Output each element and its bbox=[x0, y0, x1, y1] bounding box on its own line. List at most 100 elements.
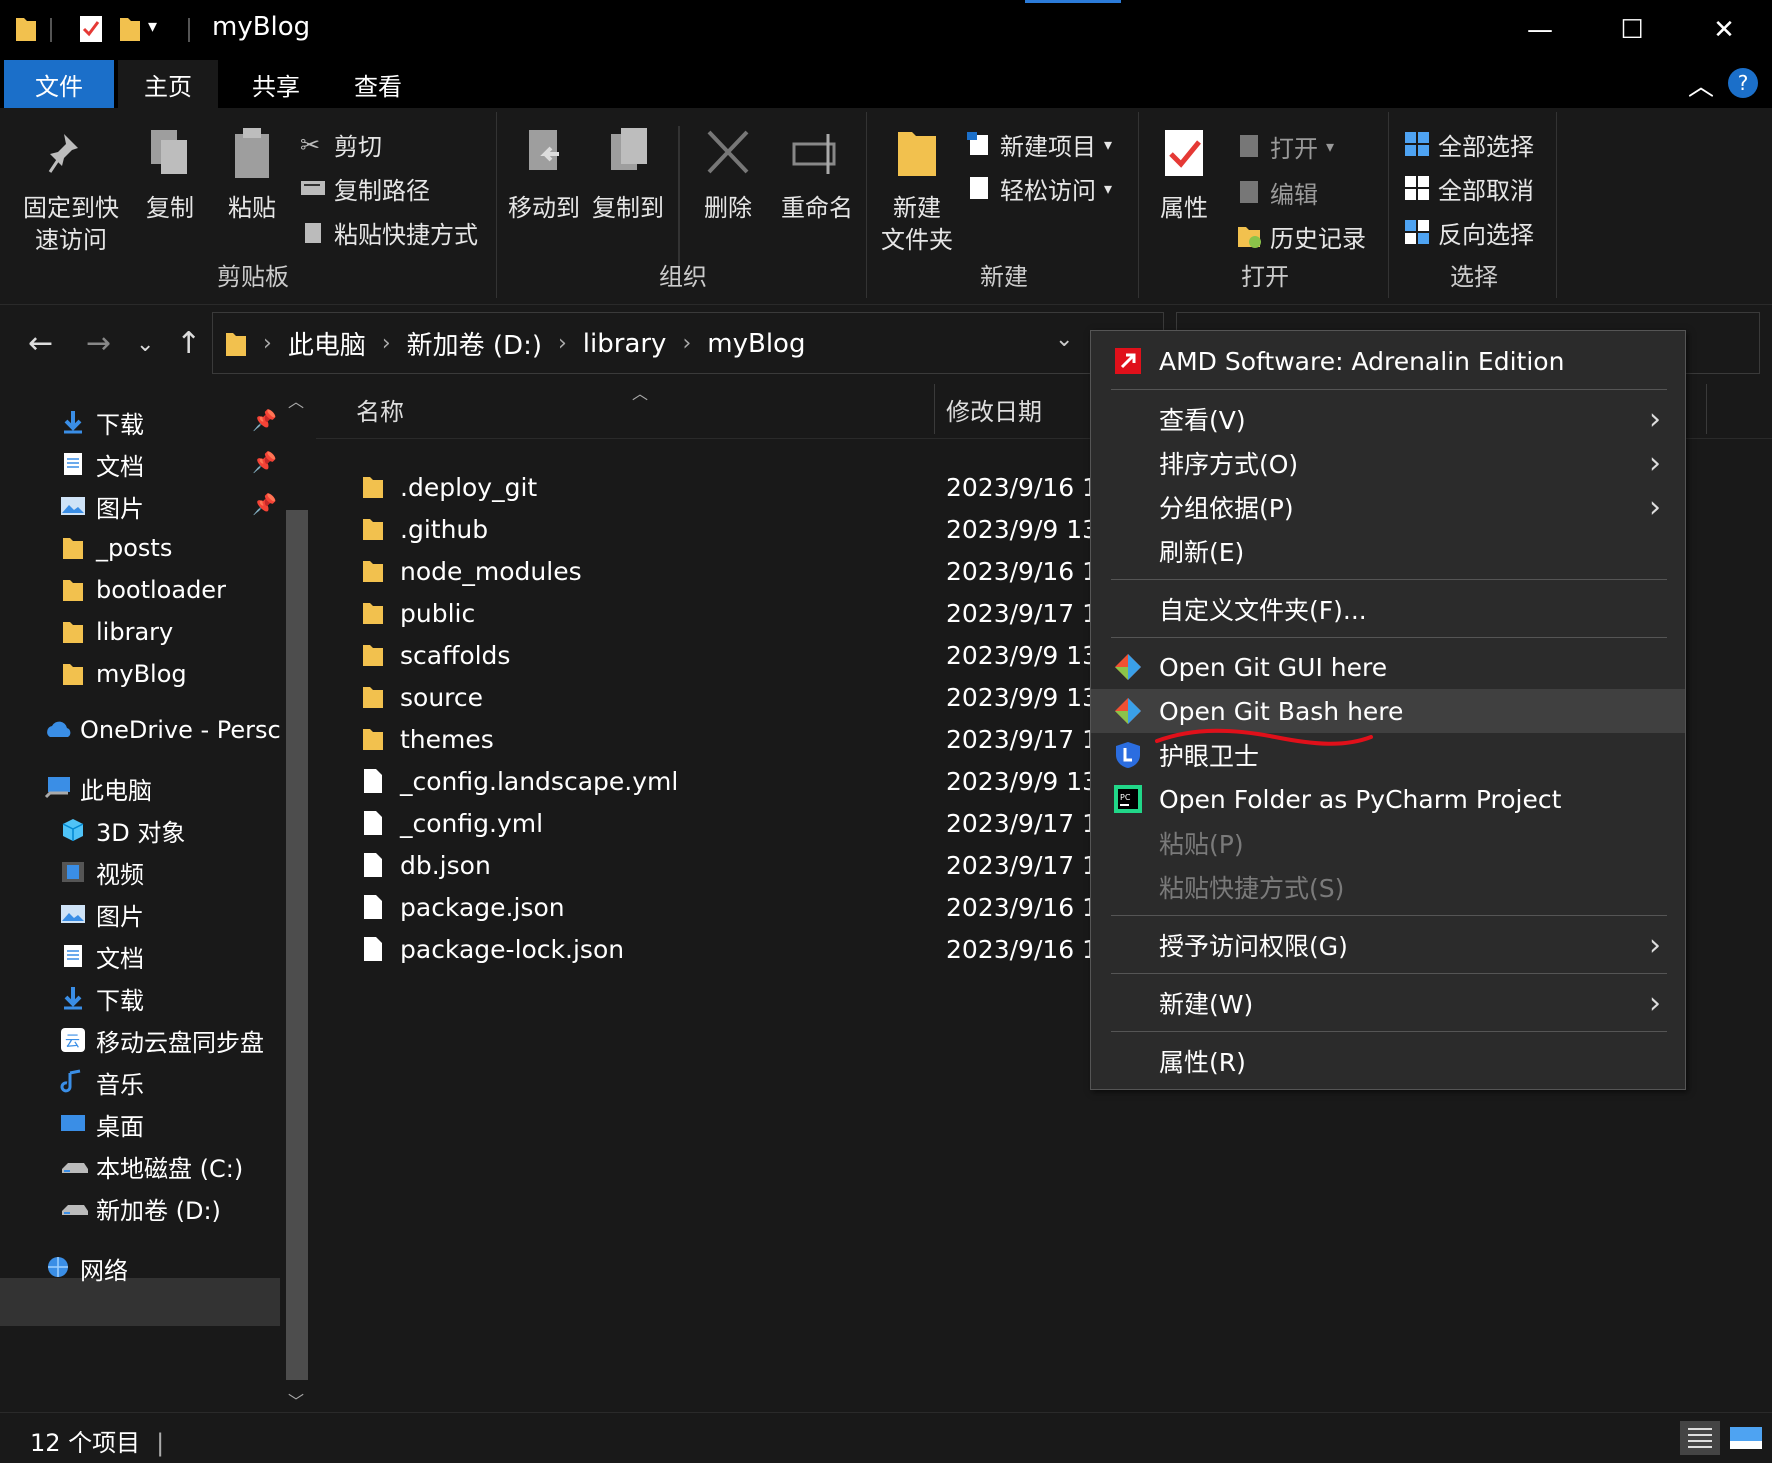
nav-item[interactable]: OneDrive - Persc bbox=[44, 708, 281, 752]
nav-item[interactable]: 新加卷 (D:) bbox=[60, 1186, 221, 1230]
breadcrumb-drive-d[interactable]: 新加卷 (D:) bbox=[407, 325, 542, 362]
address-bar[interactable]: › 此电脑 › 新加卷 (D:) › library › myBlog ⌄ bbox=[212, 312, 1164, 374]
new-item-button[interactable]: 新建项目 ▾ bbox=[966, 126, 1112, 162]
maximize-button[interactable]: ☐ bbox=[1586, 0, 1678, 60]
folder-icon[interactable] bbox=[14, 14, 38, 44]
column-separator[interactable] bbox=[934, 384, 935, 434]
tab-share[interactable]: 共享 bbox=[228, 60, 324, 108]
large-icons-view-icon[interactable] bbox=[1726, 1421, 1766, 1455]
menu-item-new[interactable]: 新建(W) › bbox=[1091, 981, 1685, 1025]
menu-item-eye-guard[interactable]: 护眼卫士 bbox=[1091, 733, 1685, 777]
pin-to-quick-access-button[interactable]: 固定到快 速访问 bbox=[16, 124, 126, 256]
paste-shortcut-button[interactable]: 粘贴快捷方式 bbox=[300, 214, 478, 250]
menu-item-grant-access[interactable]: 授予访问权限(G) › bbox=[1091, 923, 1685, 967]
menu-item-properties[interactable]: 属性(R) bbox=[1091, 1039, 1685, 1083]
nav-item[interactable]: _posts bbox=[60, 526, 172, 570]
nav-item-label: 视频 bbox=[96, 860, 144, 889]
nav-item[interactable]: 文档 bbox=[60, 442, 144, 486]
menu-item-paste[interactable]: 粘贴(P) bbox=[1091, 821, 1685, 865]
nav-item[interactable]: 图片 bbox=[60, 892, 144, 936]
nav-item[interactable]: 桌面 bbox=[60, 1102, 144, 1146]
rename-button[interactable]: 重命名 bbox=[772, 124, 862, 224]
paste-button[interactable]: 粘贴 bbox=[214, 124, 290, 224]
address-dropdown-chevron-icon[interactable]: ⌄ bbox=[1055, 327, 1073, 352]
file-modified-date: 2023/9/16 16 bbox=[946, 556, 1114, 586]
copy-to-button[interactable]: 复制到 bbox=[588, 124, 668, 224]
scroll-up-chevron-icon[interactable]: ︿ bbox=[288, 388, 304, 412]
breadcrumb-myblog[interactable]: myBlog bbox=[707, 329, 805, 359]
delete-button[interactable]: 删除 bbox=[690, 124, 766, 224]
move-to-button[interactable]: 移动到 bbox=[504, 124, 584, 224]
open-group: 属性 打开 ▾ 编辑 历史记录 打开 bbox=[1142, 112, 1389, 298]
pin-label-line2: 速访问 bbox=[35, 226, 107, 254]
help-icon[interactable]: ? bbox=[1728, 68, 1758, 98]
copy-path-button[interactable]: 复制路径 bbox=[300, 170, 430, 206]
breadcrumb-this-pc[interactable]: 此电脑 bbox=[288, 325, 366, 362]
menu-item-customize-folder[interactable]: 自定义文件夹(F)... bbox=[1091, 587, 1685, 631]
details-view-icon[interactable] bbox=[1680, 1421, 1720, 1455]
menu-item-git-gui[interactable]: Open Git GUI here bbox=[1091, 645, 1685, 689]
open-button[interactable]: 打开 ▾ bbox=[1236, 128, 1334, 164]
menu-item-view[interactable]: 查看(V) › bbox=[1091, 397, 1685, 441]
menu-item-refresh[interactable]: 刷新(E) bbox=[1091, 529, 1685, 573]
nav-item[interactable]: 下载 bbox=[60, 976, 144, 1020]
copy-button[interactable]: 复制 bbox=[132, 124, 208, 224]
column-header-name[interactable]: 名称 bbox=[356, 392, 404, 427]
file-name: .github bbox=[400, 514, 489, 544]
nav-item[interactable]: 文档 bbox=[60, 934, 144, 978]
nav-item[interactable]: 图片 bbox=[60, 484, 144, 528]
collapse-ribbon-chevron-icon[interactable]: ︿ bbox=[1688, 66, 1714, 103]
new-folder-button[interactable]: 新建 文件夹 bbox=[872, 124, 962, 256]
invert-selection-button[interactable]: 反向选择 bbox=[1404, 214, 1534, 250]
nav-item[interactable]: 视频 bbox=[60, 850, 144, 894]
new-item-icon bbox=[967, 132, 988, 155]
svg-text:云: 云 bbox=[65, 1032, 80, 1050]
nav-item[interactable]: 本地磁盘 (C:) bbox=[60, 1144, 243, 1188]
nav-item[interactable]: myBlog bbox=[60, 652, 187, 696]
recent-locations-chevron-icon[interactable]: ⌄ bbox=[136, 332, 154, 357]
nav-item[interactable]: 3D 对象 bbox=[60, 808, 185, 852]
close-button[interactable]: ✕ bbox=[1678, 0, 1770, 60]
select-none-button[interactable]: 全部取消 bbox=[1404, 170, 1534, 206]
network-icon bbox=[44, 1255, 70, 1281]
new-folder-icon[interactable] bbox=[118, 14, 142, 44]
nav-scrollbar-thumb[interactable] bbox=[286, 510, 308, 1380]
easy-access-button[interactable]: 轻松访问 ▾ bbox=[966, 170, 1112, 206]
properties-button[interactable]: 属性 bbox=[1146, 124, 1222, 224]
nav-item[interactable]: 此电脑 bbox=[44, 766, 152, 810]
minimize-button[interactable]: — bbox=[1494, 0, 1586, 60]
select-all-button[interactable]: 全部选择 bbox=[1404, 126, 1534, 162]
pin-label-line1: 固定到快 bbox=[23, 194, 119, 222]
scroll-down-chevron-icon[interactable]: ﹀ bbox=[288, 1388, 304, 1412]
nav-item[interactable]: 音乐 bbox=[60, 1060, 144, 1104]
up-arrow-icon[interactable]: ↑ bbox=[176, 326, 201, 361]
pin-icon bbox=[48, 134, 78, 173]
window-title: myBlog bbox=[212, 12, 311, 42]
menu-item-amd-software[interactable]: AMD Software: Adrenalin Edition bbox=[1091, 339, 1685, 383]
copy-to-icon bbox=[611, 128, 647, 170]
cut-button[interactable]: ✂ 剪切 bbox=[300, 126, 382, 162]
tab-file[interactable]: 文件 bbox=[4, 60, 114, 108]
back-arrow-icon[interactable]: ← bbox=[28, 326, 53, 361]
menu-item-paste-shortcut[interactable]: 粘贴快捷方式(S) bbox=[1091, 865, 1685, 909]
customize-quick-access-chevron-icon[interactable]: ▾ bbox=[148, 16, 157, 37]
nav-item[interactable]: 云移动云盘同步盘 bbox=[60, 1018, 264, 1062]
edit-button[interactable]: 编辑 bbox=[1236, 174, 1318, 210]
breadcrumb-library[interactable]: library bbox=[583, 329, 667, 359]
nav-item[interactable]: 下载 bbox=[60, 400, 144, 444]
nav-item[interactable]: bootloader bbox=[60, 568, 226, 612]
history-button[interactable]: 历史记录 bbox=[1236, 218, 1366, 254]
menu-item-group-by[interactable]: 分组依据(P) › bbox=[1091, 485, 1685, 529]
tab-home[interactable]: 主页 bbox=[118, 60, 218, 108]
properties-check-icon[interactable] bbox=[78, 14, 104, 44]
column-separator[interactable] bbox=[1706, 384, 1707, 434]
tab-view[interactable]: 查看 bbox=[330, 60, 426, 108]
nav-scrollbar[interactable]: ︿ ﹀ bbox=[282, 380, 312, 1412]
column-header-date[interactable]: 修改日期 bbox=[946, 392, 1042, 427]
menu-item-label: 授予访问权限(G) bbox=[1159, 932, 1348, 961]
nav-item[interactable]: 网络 bbox=[44, 1246, 128, 1290]
menu-item-pycharm[interactable]: PC Open Folder as PyCharm Project bbox=[1091, 777, 1685, 821]
nav-item[interactable]: library bbox=[60, 610, 173, 654]
forward-arrow-icon[interactable]: → bbox=[86, 326, 111, 361]
menu-item-sort[interactable]: 排序方式(O) › bbox=[1091, 441, 1685, 485]
